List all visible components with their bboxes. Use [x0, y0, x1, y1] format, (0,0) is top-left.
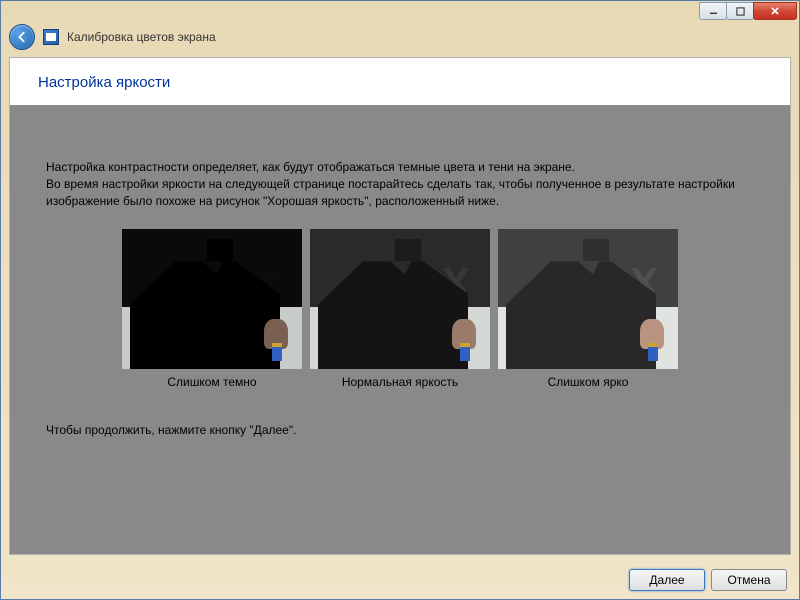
- app-title: Калибровка цветов экрана: [67, 30, 216, 44]
- wizard-window: Калибровка цветов экрана Настройка яркос…: [0, 0, 800, 600]
- sample-image-bright: X: [498, 229, 678, 369]
- continue-instruction: Чтобы продолжить, нажмите кнопку "Далее"…: [46, 423, 754, 437]
- footer-buttons: Далее Отмена: [629, 569, 787, 591]
- next-button[interactable]: Далее: [629, 569, 705, 591]
- titlebar: [1, 1, 799, 21]
- instruction-paragraph-1: Настройка контрастности определяет, как …: [46, 159, 754, 176]
- app-icon: [43, 29, 59, 45]
- caption-good: Нормальная яркость: [342, 375, 458, 389]
- sample-good: X Нормальная яркость: [310, 229, 490, 389]
- page-body: Настройка контрастности определяет, как …: [10, 105, 790, 554]
- cancel-button[interactable]: Отмена: [711, 569, 787, 591]
- caption-too-bright: Слишком ярко: [548, 375, 629, 389]
- sample-too-dark: X Слишком темно: [122, 229, 302, 389]
- sample-images-row: X Слишком темно X: [46, 229, 754, 389]
- content-area: Настройка яркости Настройка контрастност…: [9, 57, 791, 555]
- sample-image-good: X: [310, 229, 490, 369]
- page-heading: Настройка яркости: [10, 58, 790, 105]
- maximize-button[interactable]: [726, 2, 754, 20]
- instruction-text: Настройка контрастности определяет, как …: [46, 159, 754, 209]
- sample-too-bright: X Слишком ярко: [498, 229, 678, 389]
- caption-too-dark: Слишком темно: [167, 375, 256, 389]
- sample-image-dark: X: [122, 229, 302, 369]
- back-button[interactable]: [9, 24, 35, 50]
- navbar: Калибровка цветов экрана: [1, 21, 799, 53]
- instruction-paragraph-2: Во время настройки яркости на следующей …: [46, 176, 754, 210]
- minimize-button[interactable]: [699, 2, 727, 20]
- close-button[interactable]: [753, 2, 797, 20]
